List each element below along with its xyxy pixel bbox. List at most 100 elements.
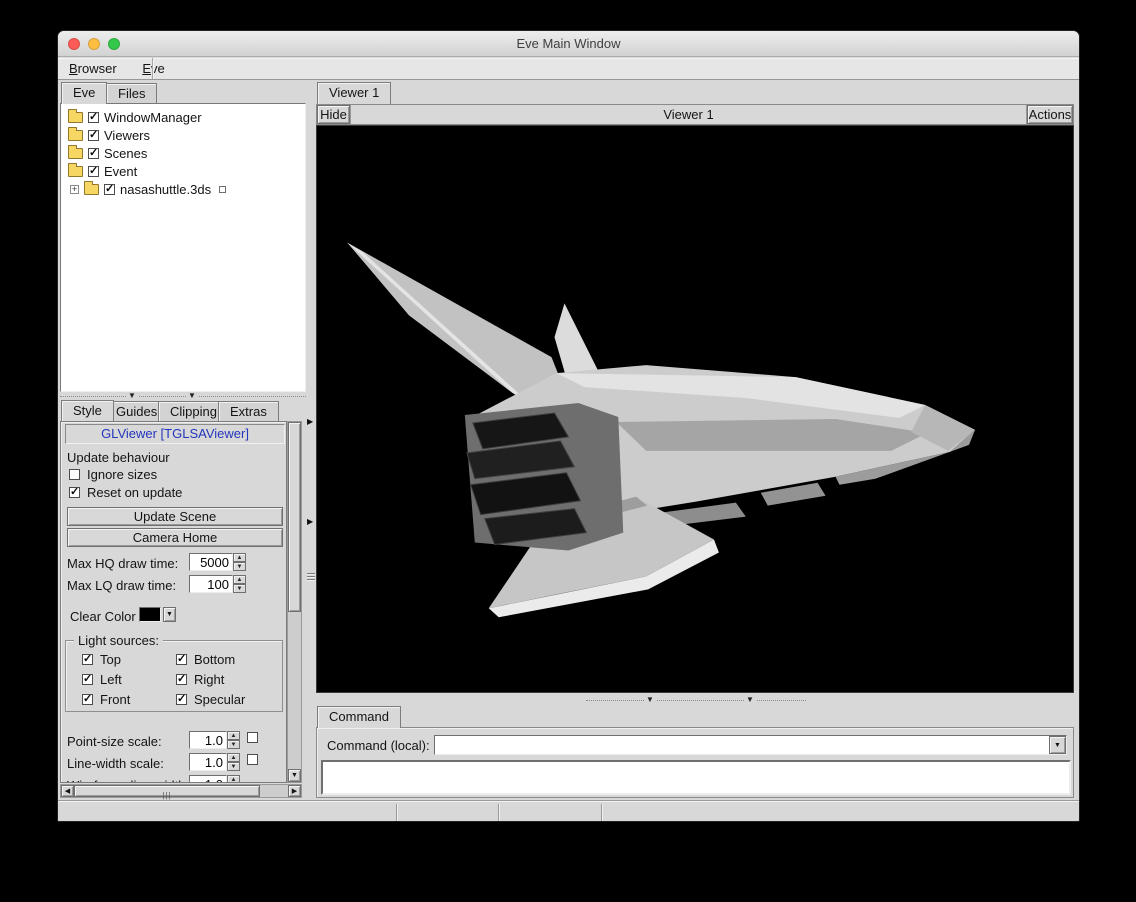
checkbox[interactable]: [69, 469, 80, 480]
ignore-sizes-row[interactable]: Ignore sizes: [69, 466, 157, 482]
checkbox[interactable]: [88, 112, 99, 123]
splitter-collapse-icon[interactable]: ▼: [744, 696, 756, 704]
scroll-left-icon[interactable]: ◀: [61, 785, 74, 797]
point-size-spinner[interactable]: ▲▼: [227, 731, 240, 749]
tree-item-label[interactable]: Scenes: [104, 146, 147, 161]
update-behaviour-label: Update behaviour: [67, 450, 170, 465]
spin-up-icon[interactable]: ▲: [227, 775, 240, 783]
combo-dropdown-icon[interactable]: ▼: [1049, 736, 1066, 754]
reset-on-update-label: Reset on update: [87, 485, 182, 500]
tree-item-scenes[interactable]: Scenes: [61, 144, 305, 162]
line-width-checkbox[interactable]: [247, 754, 258, 765]
vscroll-thumb[interactable]: [288, 422, 301, 612]
reset-on-update-row[interactable]: Reset on update: [69, 484, 182, 500]
vertical-splitter[interactable]: ▶ ▶: [306, 79, 316, 800]
spin-up-icon[interactable]: ▲: [227, 731, 240, 740]
point-size-input[interactable]: [189, 731, 227, 749]
splitter-collapse-icon[interactable]: ▶: [307, 417, 313, 426]
checkbox[interactable]: [69, 487, 80, 498]
glviewer-link[interactable]: GLViewer [TGLSAViewer]: [65, 424, 285, 444]
clear-color-swatch[interactable]: [139, 607, 161, 622]
folder-icon: [68, 130, 83, 141]
camera-home-button[interactable]: Camera Home: [67, 528, 283, 547]
tree-item-label[interactable]: WindowManager: [104, 110, 202, 125]
tab-viewer-1[interactable]: Viewer 1: [317, 82, 391, 104]
spin-down-icon[interactable]: ▼: [227, 762, 240, 771]
max-lq-input[interactable]: [189, 575, 233, 593]
menu-eve[interactable]: Eve: [131, 58, 175, 79]
zoom-window-icon[interactable]: [108, 38, 120, 50]
splitter-collapse-icon[interactable]: ▼: [186, 392, 198, 400]
wireframe-spinner[interactable]: ▲▼: [227, 775, 240, 783]
close-window-icon[interactable]: [68, 38, 80, 50]
tree-item-nasashuttle[interactable]: + nasashuttle.3ds: [61, 180, 305, 198]
tree-item-viewers[interactable]: Viewers: [61, 126, 305, 144]
light-left-row[interactable]: Left: [82, 671, 122, 687]
light-bottom-row[interactable]: Bottom: [176, 651, 235, 667]
update-scene-button[interactable]: Update Scene: [67, 507, 283, 526]
checkbox[interactable]: [88, 148, 99, 159]
tab-command[interactable]: Command: [317, 706, 401, 728]
tree-item-label[interactable]: Viewers: [104, 128, 150, 143]
tree-item-label[interactable]: Event: [104, 164, 137, 179]
hide-button[interactable]: Hide: [317, 105, 350, 124]
actions-button[interactable]: Actions: [1027, 105, 1073, 124]
title-bar[interactable]: Eve Main Window: [58, 31, 1079, 57]
command-local-label: Command (local):: [327, 738, 430, 753]
line-width-spinner[interactable]: ▲▼: [227, 753, 240, 771]
spin-down-icon[interactable]: ▼: [233, 584, 246, 593]
light-specular-row[interactable]: Specular: [176, 691, 245, 707]
hscroll-thumb[interactable]: |||: [74, 785, 260, 797]
checkbox[interactable]: [176, 654, 187, 665]
splitter-collapse-icon[interactable]: ▼: [126, 392, 138, 400]
spin-down-icon[interactable]: ▼: [227, 740, 240, 749]
checkbox[interactable]: [88, 166, 99, 177]
light-front-row[interactable]: Front: [82, 691, 130, 707]
spin-up-icon[interactable]: ▲: [233, 553, 246, 562]
line-width-input[interactable]: [189, 753, 227, 771]
tree-item-event[interactable]: Event: [61, 162, 305, 180]
tree-item-windowmanager[interactable]: WindowManager: [61, 108, 305, 126]
checkbox[interactable]: [82, 654, 93, 665]
spin-down-icon[interactable]: ▼: [233, 562, 246, 571]
style-panel-vscrollbar[interactable]: ▼: [287, 421, 302, 783]
splitter-collapse-icon[interactable]: ▶: [307, 517, 313, 526]
spin-up-icon[interactable]: ▲: [227, 753, 240, 762]
max-hq-spinner[interactable]: ▲▼: [233, 553, 246, 571]
clear-color-dropdown-icon[interactable]: ▼: [163, 607, 176, 622]
checkbox[interactable]: [88, 130, 99, 141]
light-right-row[interactable]: Right: [176, 671, 224, 687]
menu-browser[interactable]: Browser: [58, 58, 128, 79]
scroll-down-icon[interactable]: ▼: [288, 769, 301, 782]
viewer-command-splitter[interactable]: ▼ ▼: [316, 694, 1074, 706]
checkbox[interactable]: [82, 694, 93, 705]
spin-up-icon[interactable]: ▲: [233, 575, 246, 584]
minimize-window-icon[interactable]: [88, 38, 100, 50]
point-size-checkbox[interactable]: [247, 732, 258, 743]
scroll-right-icon[interactable]: ▶: [288, 785, 301, 797]
splitter-grip-icon[interactable]: [307, 571, 315, 582]
gl-viewport[interactable]: [316, 125, 1074, 693]
tab-extras[interactable]: Extras: [218, 401, 279, 421]
checkbox[interactable]: [176, 674, 187, 685]
left-panel-hscrollbar[interactable]: ◀ ||| ▶: [60, 784, 302, 798]
command-output[interactable]: [321, 760, 1071, 795]
tree-item-label[interactable]: nasashuttle.3ds: [120, 182, 211, 197]
checkbox[interactable]: [176, 694, 187, 705]
checkbox[interactable]: [82, 674, 93, 685]
max-lq-spinner[interactable]: ▲▼: [233, 575, 246, 593]
light-top-row[interactable]: Top: [82, 651, 121, 667]
wireframe-input[interactable]: [189, 775, 227, 783]
tab-style[interactable]: Style: [61, 400, 114, 421]
status-divider: [498, 804, 500, 821]
expand-icon[interactable]: +: [70, 185, 79, 194]
tab-files[interactable]: Files: [106, 83, 157, 103]
splitter-collapse-icon[interactable]: ▼: [644, 696, 656, 704]
max-hq-input[interactable]: [189, 553, 233, 571]
folder-icon: [68, 112, 83, 123]
command-combobox[interactable]: ▼: [434, 735, 1067, 755]
tab-eve[interactable]: Eve: [61, 82, 107, 104]
command-input[interactable]: [436, 737, 1048, 753]
status-divider: [601, 804, 603, 821]
checkbox[interactable]: [104, 184, 115, 195]
